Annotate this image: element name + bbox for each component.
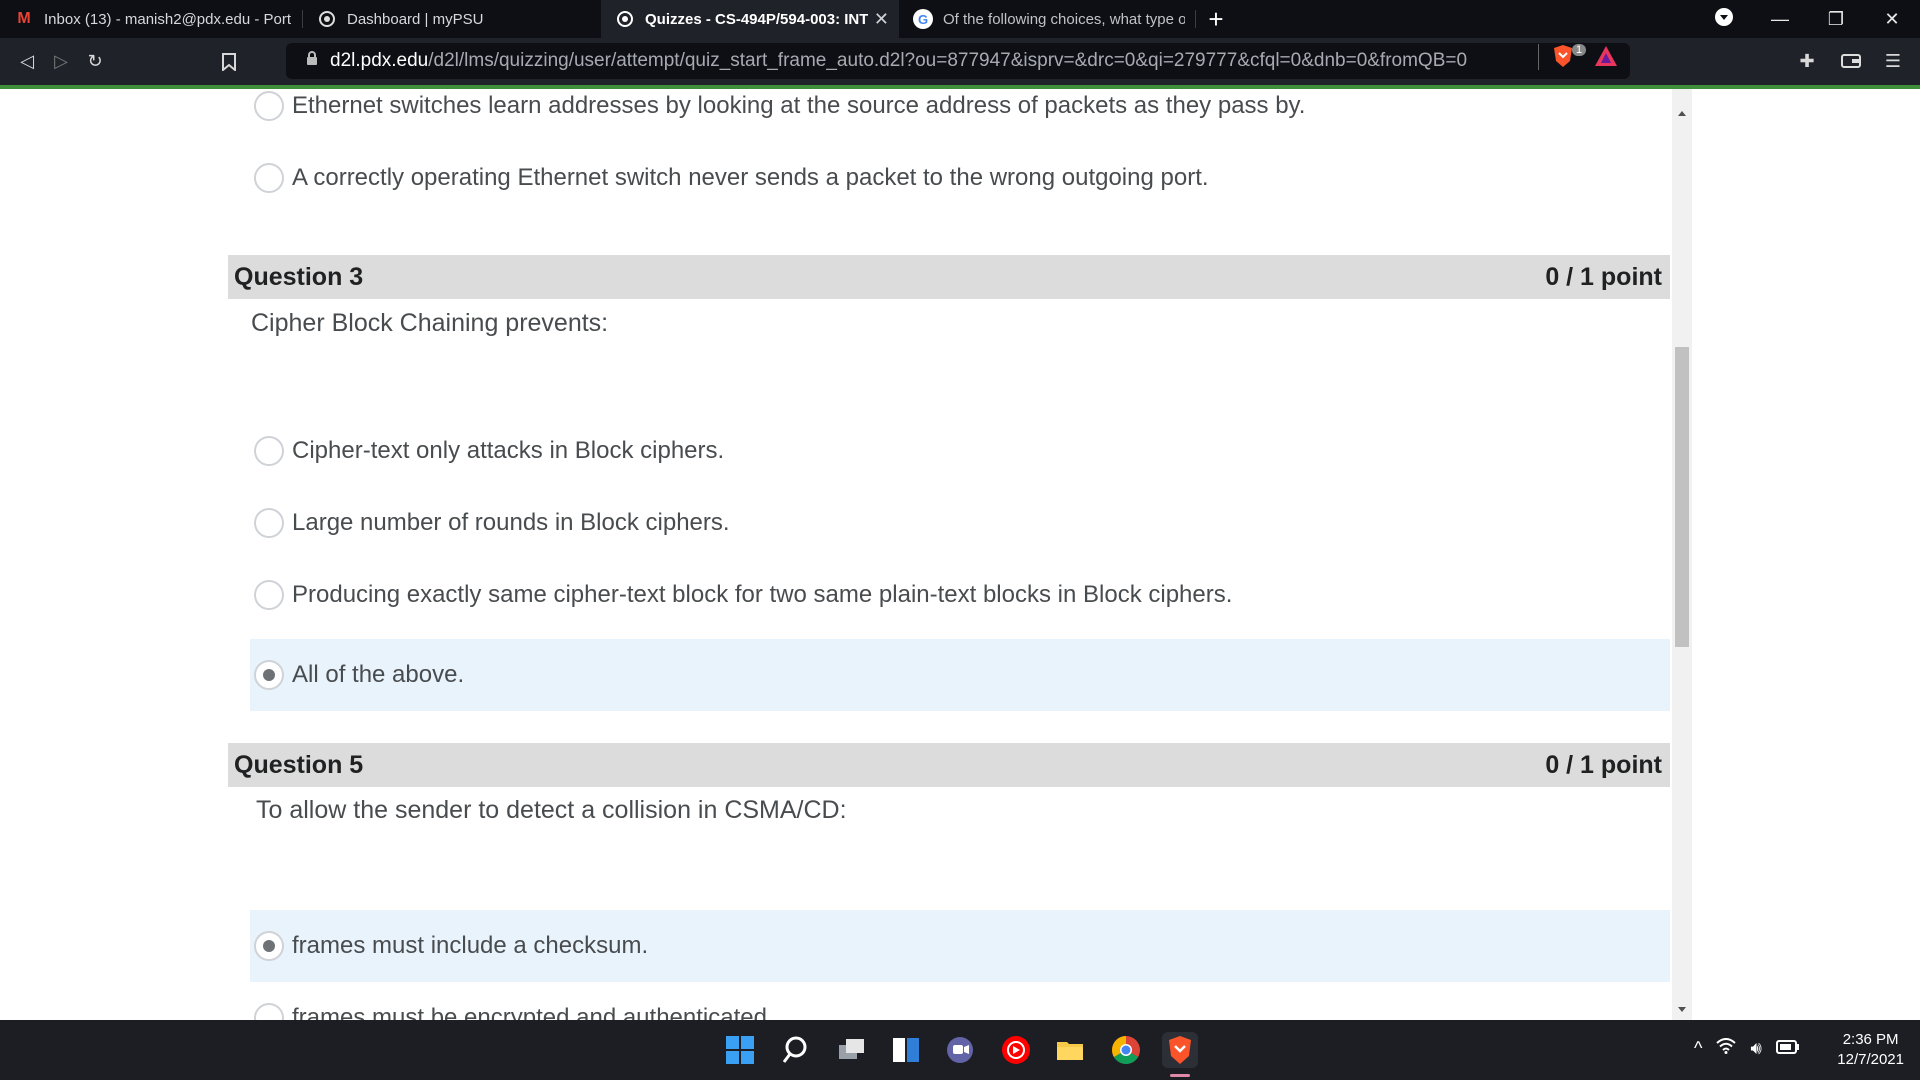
url-path: /d2l/lms/quizzing/user/attempt/quiz_star… — [428, 50, 1468, 71]
restore-icon[interactable]: ❐ — [1808, 9, 1864, 30]
answer-option-selected[interactable]: frames must include a checksum. — [250, 910, 1670, 982]
windows-taskbar: ^ 🔊︎ 2:36 PM 12/7/2021 — [0, 1020, 1920, 1080]
address-divider — [1538, 44, 1539, 70]
question-header: Question 5 0 / 1 point — [228, 743, 1670, 787]
volume-icon[interactable]: 🔊︎ — [1750, 1038, 1761, 1059]
battery-icon[interactable] — [1775, 1038, 1800, 1059]
radio-button[interactable] — [254, 508, 284, 538]
wifi-icon[interactable] — [1716, 1038, 1737, 1059]
option-text: frames must be encrypted and authenticat… — [292, 1004, 774, 1020]
minimize-icon[interactable]: — — [1752, 9, 1808, 30]
question-score: 0 / 1 point — [1545, 262, 1662, 291]
url-host: d2l.pdx.edu — [330, 50, 429, 71]
radio-button-checked[interactable] — [254, 660, 284, 690]
close-tab-icon[interactable]: ✕ — [874, 9, 889, 30]
radio-button[interactable] — [254, 163, 284, 193]
tab-gmail-inbox[interactable]: M Inbox (13) - manish2@pdx.edu - Portla — [0, 0, 302, 38]
chrome-icon[interactable] — [1108, 1032, 1144, 1068]
extensions-icon[interactable]: ✚ — [1790, 44, 1824, 78]
question-header: Question 3 0 / 1 point — [228, 255, 1670, 299]
radio-button-checked[interactable] — [254, 931, 284, 961]
tab-dashboard-mypsu[interactable]: Dashboard | myPSU — [303, 0, 601, 38]
option-text: A correctly operating Ethernet switch ne… — [292, 164, 1209, 191]
google-icon: G — [913, 9, 933, 29]
tab-title: Dashboard | myPSU — [347, 10, 484, 28]
answer-option[interactable]: Cipher-text only attacks in Block cipher… — [250, 415, 1670, 487]
close-window-icon[interactable]: ✕ — [1864, 9, 1920, 30]
windows-start-icon[interactable] — [722, 1032, 758, 1068]
scroll-down-arrow-icon[interactable] — [1678, 1007, 1686, 1012]
question-score: 0 / 1 point — [1545, 750, 1662, 779]
system-tray: ^ 🔊︎ — [1694, 1038, 1800, 1059]
radio-button[interactable] — [254, 436, 284, 466]
widgets-icon[interactable] — [888, 1032, 924, 1068]
radio-button[interactable] — [254, 91, 284, 121]
search-icon[interactable] — [778, 1032, 814, 1068]
back-button[interactable]: ◁ — [10, 45, 44, 79]
lock-icon — [306, 50, 318, 72]
clock-time: 2:36 PM — [1842, 1031, 1899, 1048]
active-app-indicator — [1170, 1074, 1190, 1077]
answer-option[interactable]: Producing exactly same cipher-text block… — [250, 559, 1670, 631]
scrollbar-thumb[interactable] — [1675, 347, 1689, 647]
new-tab-button[interactable]: + — [1196, 0, 1236, 38]
answer-option[interactable]: frames must be encrypted and authenticat… — [250, 982, 1670, 1020]
question-prompt: Cipher Block Chaining prevents: — [251, 309, 609, 337]
answer-option[interactable]: A correctly operating Ethernet switch ne… — [250, 142, 1670, 214]
radio-button[interactable] — [254, 580, 284, 610]
wallet-icon[interactable] — [1834, 44, 1868, 78]
browser-tab-strip: M Inbox (13) - manish2@pdx.edu - Portla … — [0, 0, 1920, 38]
forward-button[interactable]: ▷ — [44, 45, 78, 79]
tab-search-icon[interactable] — [1696, 7, 1752, 32]
clock[interactable]: 2:36 PM 12/7/2021 — [1837, 1030, 1904, 1070]
reload-button[interactable]: ↻ — [78, 45, 112, 79]
tab-google-search[interactable]: G Of the following choices, what type of — [899, 0, 1195, 38]
option-text: Ethernet switches learn addresses by loo… — [292, 92, 1306, 119]
option-text: frames must include a checksum. — [292, 932, 649, 959]
gmail-icon: M — [17, 10, 31, 27]
radio-button[interactable] — [254, 1003, 284, 1020]
psu-icon — [615, 9, 635, 29]
teams-chat-icon[interactable] — [942, 1032, 978, 1068]
vertical-scrollbar[interactable] — [1672, 89, 1692, 1020]
browser-toolbar: ◁ ▷ ↻ d2l.pdx.edu/d2l/lms/quizzing/user/… — [0, 38, 1920, 85]
youtube-music-icon[interactable] — [998, 1032, 1034, 1068]
question-prompt: To allow the sender to detect a collisio… — [256, 796, 847, 824]
menu-icon[interactable]: ☰ — [1876, 44, 1910, 78]
answer-option[interactable]: Large number of rounds in Block ciphers. — [250, 487, 1670, 559]
shield-count-badge: 1 — [1572, 44, 1587, 56]
brave-shields[interactable]: 1 — [1552, 44, 1618, 68]
brave-shield-icon[interactable] — [1552, 44, 1574, 68]
scroll-up-arrow-icon[interactable] — [1678, 111, 1686, 116]
answer-option[interactable]: Ethernet switches learn addresses by loo… — [250, 89, 1670, 142]
quiz-content: Ethernet switches learn addresses by loo… — [0, 89, 1920, 1020]
address-bar[interactable]: d2l.pdx.edu/d2l/lms/quizzing/user/attemp… — [286, 43, 1630, 79]
chevron-up-icon[interactable]: ^ — [1694, 1038, 1702, 1059]
option-text: Producing exactly same cipher-text block… — [292, 581, 1233, 608]
answer-option-selected[interactable]: All of the above. — [250, 639, 1670, 711]
tab-title: Inbox (13) - manish2@pdx.edu - Portla — [44, 10, 292, 28]
clock-date: 12/7/2021 — [1837, 1051, 1904, 1068]
tab-quizzes-active[interactable]: Quizzes - CS-494P/594-003: INTE ✕ — [601, 0, 899, 38]
question-title: Question 3 — [234, 262, 364, 291]
psu-icon — [317, 9, 337, 29]
option-text: Cipher-text only attacks in Block cipher… — [292, 437, 725, 464]
option-text: Large number of rounds in Block ciphers. — [292, 509, 730, 536]
question-title: Question 5 — [234, 750, 364, 779]
brave-icon[interactable] — [1162, 1032, 1198, 1068]
file-explorer-icon[interactable] — [1052, 1032, 1088, 1068]
brave-rewards-icon[interactable] — [1594, 45, 1618, 67]
window-controls: — ❐ ✕ — [1696, 0, 1920, 38]
tab-title: Quizzes - CS-494P/594-003: INTE — [645, 10, 868, 28]
option-text: All of the above. — [292, 661, 465, 688]
tab-title: Of the following choices, what type of — [943, 10, 1185, 28]
bookmark-icon[interactable] — [212, 45, 246, 79]
task-view-icon[interactable] — [834, 1032, 870, 1068]
